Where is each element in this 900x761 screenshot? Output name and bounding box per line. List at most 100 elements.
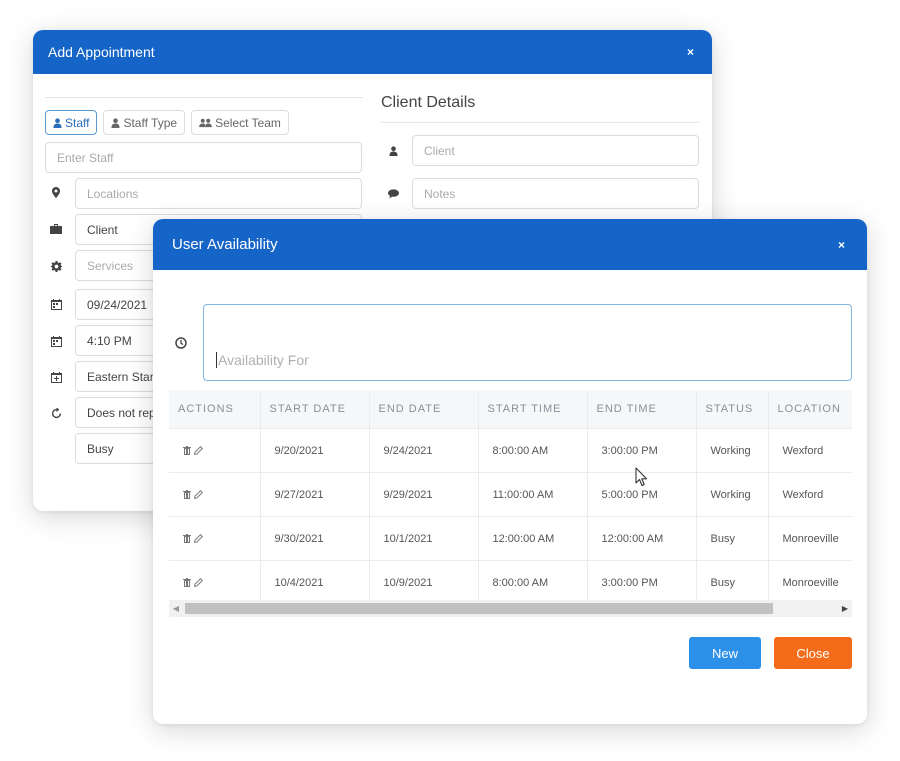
locations-input[interactable]: Locations	[75, 178, 362, 209]
edit-icon[interactable]	[194, 578, 204, 588]
gear-icon	[49, 259, 63, 273]
trash-icon[interactable]	[183, 534, 191, 544]
table-row: 9/30/2021 10/1/2021 12:00:00 AM 12:00:00…	[169, 516, 852, 561]
staff-input[interactable]: Enter Staff	[45, 142, 362, 173]
repeat-value: Does not rep	[87, 405, 156, 420]
row-actions	[169, 560, 261, 604]
user-icon	[111, 117, 121, 128]
cell-location: Monroeville	[768, 516, 852, 561]
cell-start-date: 9/27/2021	[260, 472, 370, 517]
cell-location: Wexford	[768, 428, 852, 473]
scrollbar-thumb[interactable]	[185, 603, 773, 614]
client-input[interactable]: Client	[412, 135, 699, 166]
column-header-end-date[interactable]: END DATE	[369, 390, 479, 429]
cell-location: Wexford	[768, 472, 852, 517]
tab-staff[interactable]: Staff	[45, 110, 98, 135]
cell-start-date: 10/4/2021	[260, 560, 370, 604]
availability-for-input[interactable]: Availability For	[203, 304, 852, 381]
column-header-start-time[interactable]: START TIME	[478, 390, 588, 429]
tab-select-team-label: Select Team	[215, 115, 281, 130]
locations-placeholder: Locations	[87, 186, 139, 201]
close-button[interactable]: Close	[774, 637, 852, 669]
table-row: 9/20/2021 9/24/2021 8:00:00 AM 3:00:00 P…	[169, 428, 852, 473]
cell-end-date: 9/24/2021	[369, 428, 479, 473]
column-header-start-date[interactable]: START DATE	[260, 390, 370, 429]
cell-end-time: 3:00:00 PM	[587, 428, 697, 473]
table-horizontal-scrollbar[interactable]: ◀ ▶	[169, 600, 852, 617]
trash-icon[interactable]	[183, 490, 191, 500]
scroll-left-icon[interactable]: ◀	[169, 600, 183, 617]
client-placeholder: Client	[424, 143, 455, 158]
add-appointment-title: Add Appointment	[48, 44, 155, 60]
tab-select-team[interactable]: Select Team	[191, 110, 289, 135]
trash-icon[interactable]	[183, 578, 191, 588]
tab-staff-type-label: Staff Type	[123, 115, 178, 130]
tab-staff-label: Staff	[65, 115, 90, 130]
table-row: 10/4/2021 10/9/2021 8:00:00 AM 3:00:00 P…	[169, 560, 852, 604]
calendar-icon	[49, 297, 63, 311]
cell-start-date: 9/20/2021	[260, 428, 370, 473]
repeat-icon	[49, 406, 63, 420]
cell-status: Working	[696, 428, 769, 473]
comment-icon	[386, 187, 400, 201]
edit-icon[interactable]	[194, 446, 204, 456]
timezone-value: Eastern Stan	[87, 369, 157, 384]
clock-icon	[175, 336, 187, 354]
divider	[381, 122, 699, 123]
cell-start-time: 8:00:00 AM	[478, 428, 588, 473]
user-availability-header: User Availability ×	[153, 219, 867, 270]
column-header-status[interactable]: STATUS	[696, 390, 769, 429]
user-availability-dialog: User Availability × Availability For ACT…	[153, 219, 867, 724]
notes-input[interactable]: Notes	[412, 178, 699, 209]
staff-placeholder: Enter Staff	[57, 150, 114, 165]
row-actions	[169, 516, 261, 561]
user-icon	[53, 117, 62, 128]
client-details-title: Client Details	[381, 94, 476, 111]
row-actions	[169, 428, 261, 473]
cell-end-time: 12:00:00 AM	[587, 516, 697, 561]
map-marker-icon	[49, 185, 63, 199]
cell-status: Busy	[696, 560, 769, 604]
date-value: 09/24/2021	[87, 297, 148, 312]
availability-table: ACTIONS START DATE END DATE START TIME E…	[169, 390, 852, 618]
user-availability-close-button[interactable]: ×	[838, 238, 845, 252]
tab-staff-type[interactable]: Staff Type	[103, 110, 186, 135]
status-value: Busy	[87, 441, 114, 456]
cell-end-time: 3:00:00 PM	[587, 560, 697, 604]
cell-status: Working	[696, 472, 769, 517]
services-placeholder: Services	[87, 258, 134, 273]
cell-start-time: 8:00:00 AM	[478, 560, 588, 604]
briefcase-icon	[49, 222, 63, 236]
client-select-value: Client	[87, 222, 118, 237]
user-icon	[386, 144, 400, 158]
column-header-end-time[interactable]: END TIME	[587, 390, 697, 429]
new-button[interactable]: New	[689, 637, 761, 669]
time-value: 4:10 PM	[87, 333, 132, 348]
cell-location: Monroeville	[768, 560, 852, 604]
row-actions	[169, 472, 261, 517]
column-header-location[interactable]: LOCATION	[768, 390, 852, 429]
cell-status: Busy	[696, 516, 769, 561]
cell-start-time: 11:00:00 AM	[478, 472, 588, 517]
availability-for-placeholder: Availability For	[216, 352, 309, 368]
notes-placeholder: Notes	[424, 186, 456, 201]
column-header-actions[interactable]: ACTIONS	[169, 390, 261, 429]
edit-icon[interactable]	[194, 534, 204, 544]
mouse-cursor-icon	[635, 467, 649, 492]
calendar-icon	[49, 334, 63, 348]
cell-start-date: 9/30/2021	[260, 516, 370, 561]
edit-icon[interactable]	[194, 490, 204, 500]
users-icon	[199, 118, 212, 127]
add-appointment-header: Add Appointment ×	[33, 30, 712, 74]
divider	[45, 97, 363, 98]
cell-start-time: 12:00:00 AM	[478, 516, 588, 561]
cell-end-date: 9/29/2021	[369, 472, 479, 517]
add-appointment-close-button[interactable]: ×	[687, 45, 694, 59]
scroll-right-icon[interactable]: ▶	[838, 600, 852, 617]
cell-end-date: 10/1/2021	[369, 516, 479, 561]
cell-end-date: 10/9/2021	[369, 560, 479, 604]
calendar-plus-icon	[49, 370, 63, 384]
table-header-row: ACTIONS START DATE END DATE START TIME E…	[169, 390, 852, 429]
trash-icon[interactable]	[183, 446, 191, 456]
table-row: 9/27/2021 9/29/2021 11:00:00 AM 5:00:00 …	[169, 472, 852, 517]
